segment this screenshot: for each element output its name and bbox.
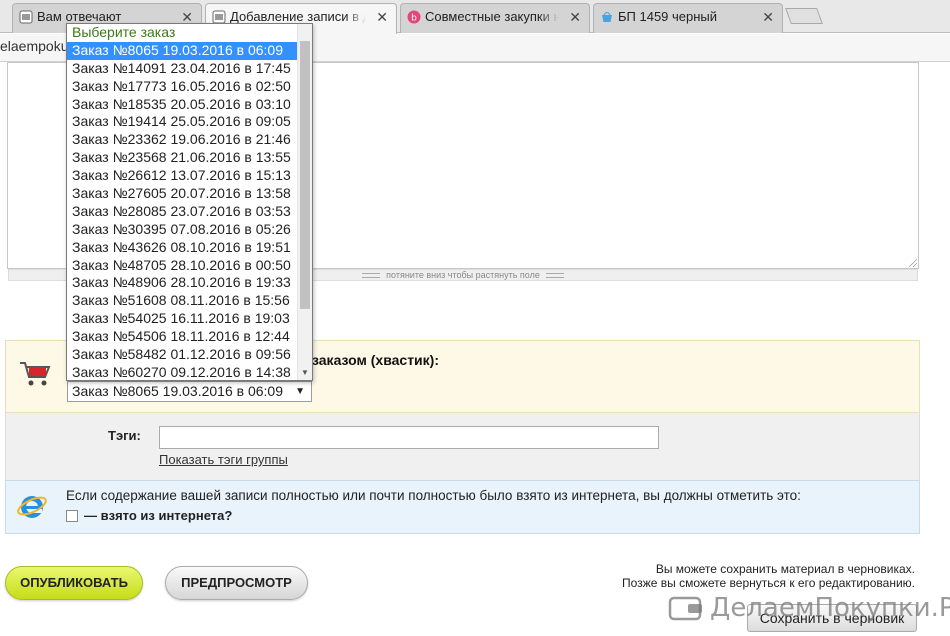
order-options: Выберите заказ Заказ №8065 19.03.2016 в 0…	[67, 24, 297, 380]
close-tab-icon[interactable]: ✕	[376, 4, 388, 30]
tab-label: БП 1459 черный	[618, 9, 718, 24]
basket-icon	[602, 12, 612, 22]
publish-button[interactable]: ОПУБЛИКОВАТЬ	[5, 566, 143, 600]
draft-note-line2: Позже вы сможете вернуться к его редакти…	[622, 576, 915, 590]
order-option[interactable]: Заказ №54025 16.11.2016 в 19:03	[67, 310, 297, 328]
order-option[interactable]: Заказ №48906 28.10.2016 в 19:33	[67, 274, 297, 292]
wallet-logo-icon	[668, 596, 702, 621]
order-option[interactable]: Заказ №14091 23.04.2016 в 17:45	[67, 60, 297, 78]
order-select[interactable]: Заказ №8065 19.03.2016 в 06:09 ▼	[67, 381, 312, 402]
tags-input[interactable]	[159, 426, 659, 449]
order-option[interactable]: Заказ №30395 07.08.2016 в 05:26	[67, 221, 297, 239]
dropdown-arrow-icon: ▼	[295, 386, 305, 397]
resize-corner-icon[interactable]	[909, 259, 917, 267]
order-option[interactable]: Заказ №23362 19.06.2016 в 21:46	[67, 131, 297, 149]
order-option[interactable]: Заказ №27605 20.07.2016 в 13:58	[67, 185, 297, 203]
from-internet-option[interactable]: — взято из интернета?	[66, 508, 232, 523]
order-dropdown-list[interactable]: Выберите заказ Заказ №8065 19.03.2016 в 0…	[66, 23, 313, 381]
tags-section: Тэги: Показать тэги группы	[5, 413, 920, 480]
tab-bp-1459[interactable]: БП 1459 черный ✕	[593, 3, 783, 33]
tags-label: Тэги:	[108, 428, 141, 443]
order-option[interactable]: Заказ №23568 21.06.2016 в 13:55	[67, 149, 297, 167]
preview-button[interactable]: ПРЕДПРОСМОТР	[165, 566, 308, 600]
order-option[interactable]: Заказ №48705 28.10.2016 в 00:50	[67, 257, 297, 275]
show-group-tags-link[interactable]: Показать тэги группы	[159, 452, 288, 467]
order-option[interactable]: Заказ №60270 09.12.2016 в 14:38	[67, 364, 297, 380]
close-tab-icon[interactable]: ✕	[569, 4, 581, 30]
grip-icon	[362, 273, 381, 279]
order-option[interactable]: Заказ №17773 16.05.2016 в 02:50	[67, 78, 297, 96]
internet-notice: Если содержание вашей записи полностью и…	[66, 488, 801, 503]
tab-label: Совместные закупки на	[425, 9, 559, 24]
order-option[interactable]: Заказ №28085 23.07.2016 в 03:53	[67, 203, 297, 221]
draft-note-line1: Вы можете сохранить материал в черновика…	[655, 562, 915, 576]
dropdown-scrollbar[interactable]: ▼	[297, 24, 312, 380]
draft-note: Вы можете сохранить материал в черновика…	[622, 562, 915, 590]
order-option[interactable]: Заказ №8065 19.03.2016 в 06:09	[67, 41, 297, 60]
page-icon	[212, 10, 226, 24]
scroll-down-icon[interactable]: ▼	[301, 368, 309, 377]
save-draft-button[interactable]: Сохранить в черновик	[747, 604, 917, 632]
new-tab-button[interactable]	[785, 8, 823, 24]
tab-joint-purchases[interactable]: b Совместные закупки на ✕	[400, 3, 590, 33]
resize-hint: потяните вниз чтобы растянуть поле	[386, 270, 540, 280]
svg-text:b: b	[411, 14, 417, 24]
order-option[interactable]: Заказ №19414 25.05.2016 в 09:05	[67, 113, 297, 131]
page-icon	[19, 10, 33, 24]
order-option[interactable]: Заказ №43626 08.10.2016 в 19:51	[67, 239, 297, 257]
internet-source-panel: Если содержание вашей записи полностью и…	[5, 480, 920, 534]
shopping-cart-icon	[20, 362, 51, 386]
order-option[interactable]: Заказ №26612 13.07.2016 в 15:13	[67, 167, 297, 185]
b-brand-icon: b	[407, 10, 421, 24]
order-option[interactable]: Заказ №51608 08.11.2016 в 15:56	[67, 292, 297, 310]
from-internet-checkbox[interactable]	[66, 509, 78, 522]
order-option[interactable]: Заказ №18535 20.05.2016 в 03:10	[67, 96, 297, 114]
url-text: elaempoku	[0, 38, 69, 54]
from-internet-label: — взято из интернета?	[84, 508, 233, 523]
internet-explorer-icon	[17, 496, 47, 518]
close-tab-icon[interactable]: ✕	[762, 4, 774, 30]
grip-icon	[545, 273, 564, 279]
order-select-value: Заказ №8065 19.03.2016 в 06:09	[72, 383, 283, 399]
order-option[interactable]: Заказ №54506 18.11.2016 в 12:44	[67, 328, 297, 346]
order-tail-title: заказом (хвастик):	[312, 352, 439, 368]
order-option[interactable]: Заказ №58482 01.12.2016 в 09:56	[67, 346, 297, 364]
scrollbar-thumb[interactable]	[300, 41, 310, 309]
order-option-placeholder[interactable]: Выберите заказ	[67, 24, 297, 42]
